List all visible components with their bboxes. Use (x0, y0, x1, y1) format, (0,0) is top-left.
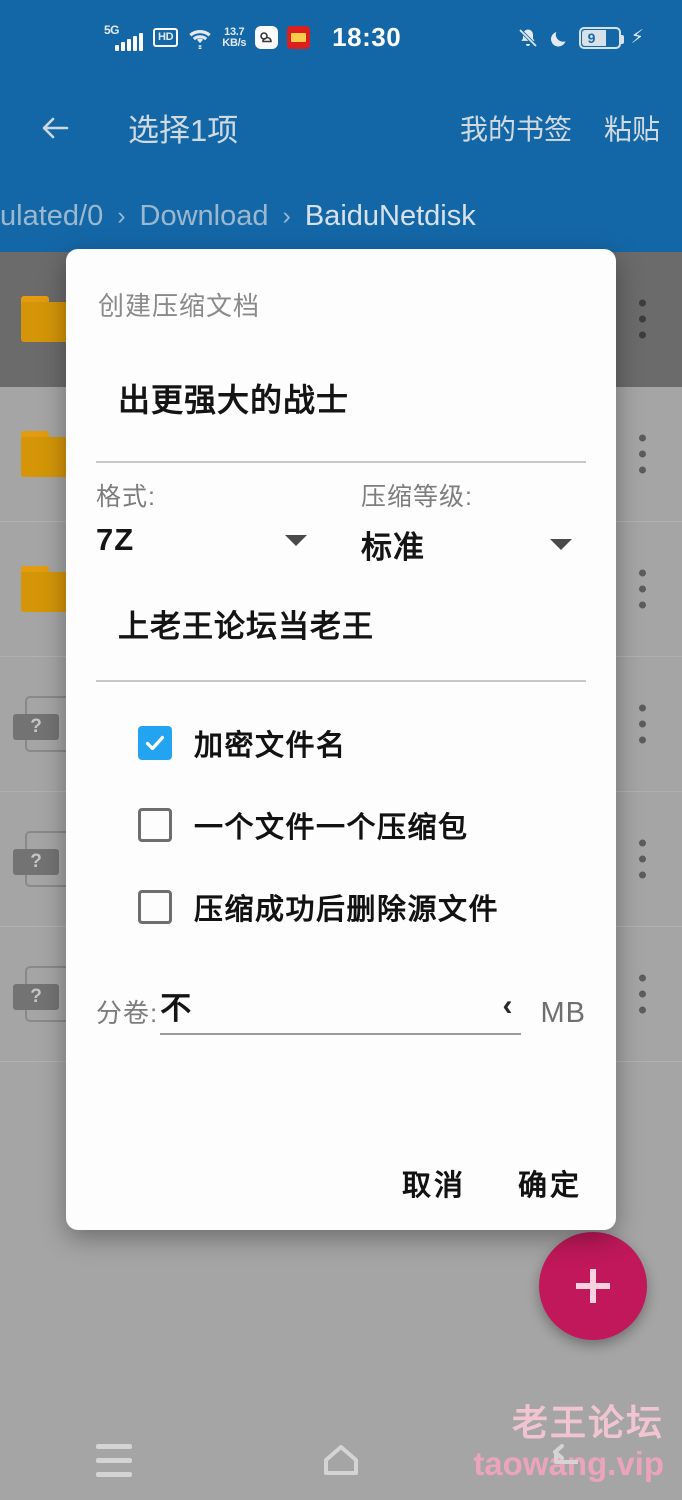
split-value: 不 (160, 991, 192, 1026)
split-unit-label: MB (540, 997, 586, 1029)
password-input[interactable]: 上老王论坛当老王 (96, 567, 586, 646)
dialog-title: 创建压缩文档 (98, 291, 261, 321)
checkbox-one-archive-per-file[interactable]: 一个文件一个压缩包 (96, 804, 586, 846)
confirm-button[interactable]: 确定 (518, 1162, 582, 1204)
level-value: 标准 (361, 530, 425, 565)
divider (96, 680, 586, 682)
format-value: 7Z (96, 522, 135, 557)
checkbox-label: 一个文件一个压缩包 (194, 812, 469, 844)
checkbox-encrypt-filenames[interactable]: 加密文件名 (96, 722, 586, 764)
checkbox-checked-icon (138, 726, 172, 760)
checkbox-label: 加密文件名 (194, 730, 347, 762)
format-select[interactable]: 7Z (96, 522, 321, 558)
format-group: 格式: 7Z (96, 477, 321, 567)
checkbox-unchecked-icon (138, 890, 172, 924)
checkbox-delete-source-after[interactable]: 压缩成功后删除源文件 (96, 886, 586, 928)
format-label: 格式: (96, 483, 156, 511)
battery-level: 9 (587, 29, 596, 46)
level-label: 压缩等级: (361, 483, 473, 511)
checkbox-label: 压缩成功后删除源文件 (194, 894, 500, 926)
create-archive-dialog: 创建压缩文档 出更强大的战士 格式: 7Z 压缩等级: 标准 上老王论坛当老王 (66, 249, 616, 1230)
split-volume-row: 分卷: 不 ‹ MB (96, 983, 586, 1035)
cancel-button[interactable]: 取消 (402, 1162, 466, 1204)
divider (96, 461, 586, 463)
split-input[interactable]: 不 ‹ (160, 983, 521, 1035)
chevron-left-icon[interactable]: ‹ (503, 990, 513, 1021)
archive-name-input[interactable]: 出更强大的战士 (96, 323, 586, 421)
checkbox-unchecked-icon (138, 808, 172, 842)
level-select[interactable]: 标准 (361, 522, 586, 567)
phone-screen: 5G HD 13.7 KB/s 18:30 9 ⚡ 选择1项 我的书签 粘贴 u… (0, 0, 682, 1500)
options-row: 格式: 7Z 压缩等级: 标准 (96, 477, 586, 567)
chevron-down-icon (550, 539, 572, 550)
dialog-buttons: 取消 确定 (402, 1162, 582, 1204)
chevron-down-icon (285, 534, 307, 546)
level-group: 压缩等级: 标准 (321, 477, 586, 567)
split-label: 分卷: (96, 998, 159, 1028)
